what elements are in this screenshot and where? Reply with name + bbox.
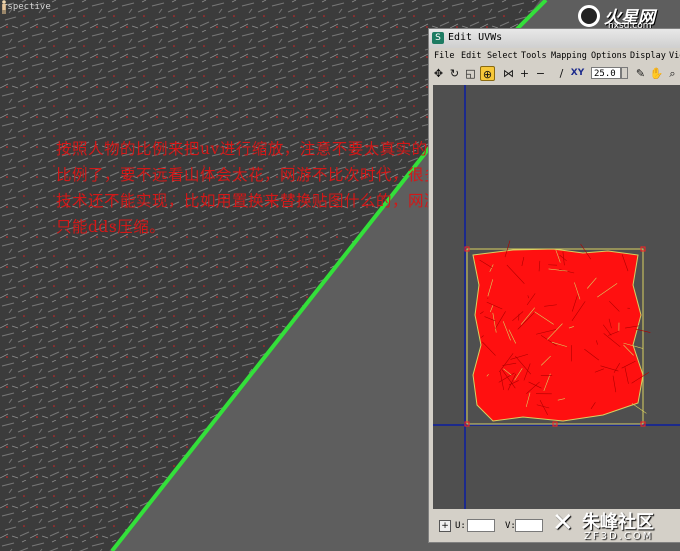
rotate-icon[interactable]: ↻: [447, 66, 462, 81]
zoom-spinner[interactable]: [621, 67, 628, 79]
menu-select[interactable]: Select: [487, 51, 518, 61]
menu-bar: File Edit Select Tools Mapping Options D…: [429, 49, 680, 64]
uv-island: [472, 248, 644, 422]
xy-icon[interactable]: XY: [570, 66, 585, 81]
u-label: U:: [455, 521, 466, 531]
zf3d-watermark: ✕ 朱峰社区 ZF3D.COM: [552, 506, 678, 548]
menu-edit[interactable]: Edit: [461, 51, 481, 61]
title-bar[interactable]: S Edit UVWs: [429, 29, 680, 48]
zf3d-url: ZF3D.COM: [584, 531, 654, 542]
menu-file[interactable]: File: [434, 51, 454, 61]
uv-mesh: [464, 240, 651, 427]
lock-icon[interactable]: +: [439, 520, 451, 532]
pan-icon[interactable]: ✋: [649, 66, 664, 81]
menu-view[interactable]: Vie: [669, 51, 680, 61]
paint-icon[interactable]: /: [554, 66, 569, 81]
mirror-icon[interactable]: ⋈: [501, 66, 516, 81]
u-coordinate-field[interactable]: [467, 519, 495, 532]
uv-mesh-view: [433, 85, 680, 509]
toolbar: ✥ ↻ ◱ ⊕ ⋈ + − / XY 25.0 ✎ ✋ ⌕: [429, 65, 680, 83]
character-figure: [2, 0, 6, 14]
freeform-icon[interactable]: ⊕: [480, 66, 495, 81]
menu-mapping[interactable]: Mapping: [551, 51, 587, 61]
menu-options[interactable]: Options: [591, 51, 627, 61]
contract-icon[interactable]: −: [533, 66, 548, 81]
menu-display[interactable]: Display: [630, 51, 666, 61]
menu-tools[interactable]: Tools: [521, 51, 547, 61]
logo-ring-icon: [578, 5, 600, 27]
app-icon: S: [432, 32, 444, 44]
move-icon[interactable]: ✥: [431, 66, 446, 81]
v-coordinate-field[interactable]: [515, 519, 543, 532]
window-title: Edit UVWs: [448, 32, 503, 43]
uv-editor-canvas[interactable]: [433, 85, 680, 509]
uv-edge: [631, 403, 647, 414]
edit-uvws-window[interactable]: S Edit UVWs File Edit Select Tools Mappi…: [428, 28, 680, 543]
zoom-value-field[interactable]: 25.0: [591, 67, 621, 79]
scale-icon[interactable]: ◱: [463, 66, 478, 81]
expand-icon[interactable]: +: [517, 66, 532, 81]
annotation-text: 按照人物的比例来把uv进行缩放，注意不要太真实的比例了，要不远看山体会太花，网游…: [56, 140, 441, 236]
map-icon[interactable]: ✎: [633, 66, 648, 81]
viewport-label: rspective: [2, 2, 51, 12]
zoom-icon[interactable]: ⌕: [665, 66, 680, 81]
zf3d-logo-icon: ✕: [552, 508, 574, 538]
